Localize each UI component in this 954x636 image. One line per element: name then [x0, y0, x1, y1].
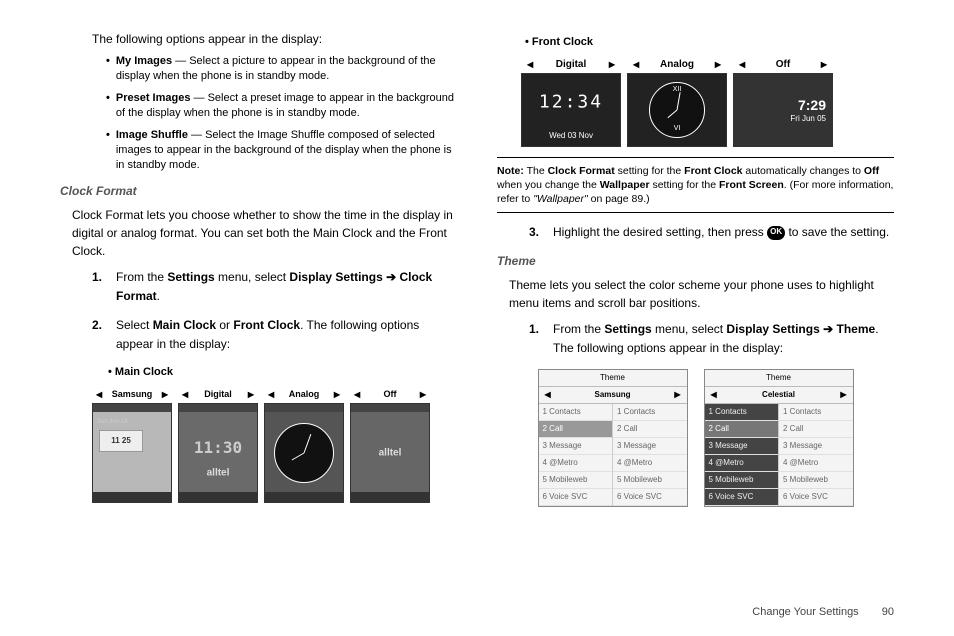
clock-format-heading: Clock Format [60, 182, 457, 200]
chevron-left-icon: ◀ [527, 59, 533, 71]
bullet-my-images: • My Images — Select a picture to appear… [106, 54, 457, 85]
clock-format-note: Note: The Clock Format setting for the F… [497, 164, 894, 207]
clock-format-body: Clock Format lets you choose whether to … [72, 206, 457, 260]
theme-previews: Theme ◀Samsung▶ 1 Contacts 2 Call 3 Mess… [497, 369, 894, 507]
chevron-left-icon: ◀ [354, 389, 360, 401]
front-clock-label: • Front Clock [525, 34, 894, 51]
divider [497, 212, 894, 213]
front-clock-previews: ◀Digital▶ 12:34 Wed 03 Nov ◀Analog▶ XII … [521, 57, 894, 147]
theme-heading: Theme [497, 252, 894, 270]
wallpaper-options-list: • My Images — Select a picture to appear… [106, 54, 457, 174]
theme-step-1: 1. From the Settings menu, select Displa… [529, 320, 894, 358]
intro-text: The following options appear in the disp… [92, 30, 457, 48]
theme-celestial-preview: Theme ◀Celestial▶ 1 Contacts 2 Call 3 Me… [704, 369, 854, 507]
chevron-left-icon: ◀ [96, 389, 102, 401]
main-clock-off: ◀Off▶ alltel [350, 387, 430, 503]
divider [497, 157, 894, 158]
chevron-right-icon: ▶ [248, 389, 254, 401]
front-clock-digital: ◀Digital▶ 12:34 Wed 03 Nov [521, 57, 621, 147]
left-column: The following options appear in the disp… [60, 30, 457, 590]
chevron-right-icon: ▶ [840, 389, 846, 401]
main-clock-samsung: ◀Samsung▶ Sun Jun 14 11 25 [92, 387, 172, 503]
page-footer: Change Your Settings 90 [752, 606, 894, 618]
main-clock-digital: ◀Digital▶ 11:30 alltel [178, 387, 258, 503]
footer-section: Change Your Settings [752, 606, 858, 618]
theme-body: Theme lets you select the color scheme y… [509, 276, 894, 312]
chevron-left-icon: ◀ [182, 389, 188, 401]
front-clock-off: ◀Off▶ 7:29 Fri Jun 05 [733, 57, 833, 147]
page-number: 90 [882, 606, 894, 618]
main-clock-label: • Main Clock [108, 364, 457, 381]
chevron-left-icon: ◀ [268, 389, 274, 401]
clock-step-1: 1. From the Settings menu, select Displa… [92, 268, 457, 306]
chevron-left-icon: ◀ [545, 389, 551, 401]
right-column: • Front Clock ◀Digital▶ 12:34 Wed 03 Nov… [497, 30, 894, 590]
main-clock-analog: ◀Analog▶ [264, 387, 344, 503]
chevron-right-icon: ▶ [162, 389, 168, 401]
front-clock-analog: ◀Analog▶ XII VI [627, 57, 727, 147]
bullet-preset-images: • Preset Images — Select a preset image … [106, 91, 457, 122]
chevron-left-icon: ◀ [711, 389, 717, 401]
chevron-right-icon: ▶ [334, 389, 340, 401]
chevron-right-icon: ▶ [674, 389, 680, 401]
bullet-image-shuffle: • Image Shuffle — Select the Image Shuff… [106, 128, 457, 174]
chevron-right-icon: ▶ [821, 59, 827, 71]
chevron-left-icon: ◀ [739, 59, 745, 71]
main-clock-previews: ◀Samsung▶ Sun Jun 14 11 25 ◀Digital▶ 11:… [92, 387, 457, 503]
clock-step-2: 2. Select Main Clock or Front Clock. The… [92, 316, 457, 354]
chevron-right-icon: ▶ [420, 389, 426, 401]
chevron-right-icon: ▶ [715, 59, 721, 71]
clock-step-3: 3. Highlight the desired setting, then p… [529, 223, 894, 242]
ok-key-icon: OK [767, 226, 785, 240]
theme-samsung-preview: Theme ◀Samsung▶ 1 Contacts 2 Call 3 Mess… [538, 369, 688, 507]
chevron-right-icon: ▶ [609, 59, 615, 71]
chevron-left-icon: ◀ [633, 59, 639, 71]
